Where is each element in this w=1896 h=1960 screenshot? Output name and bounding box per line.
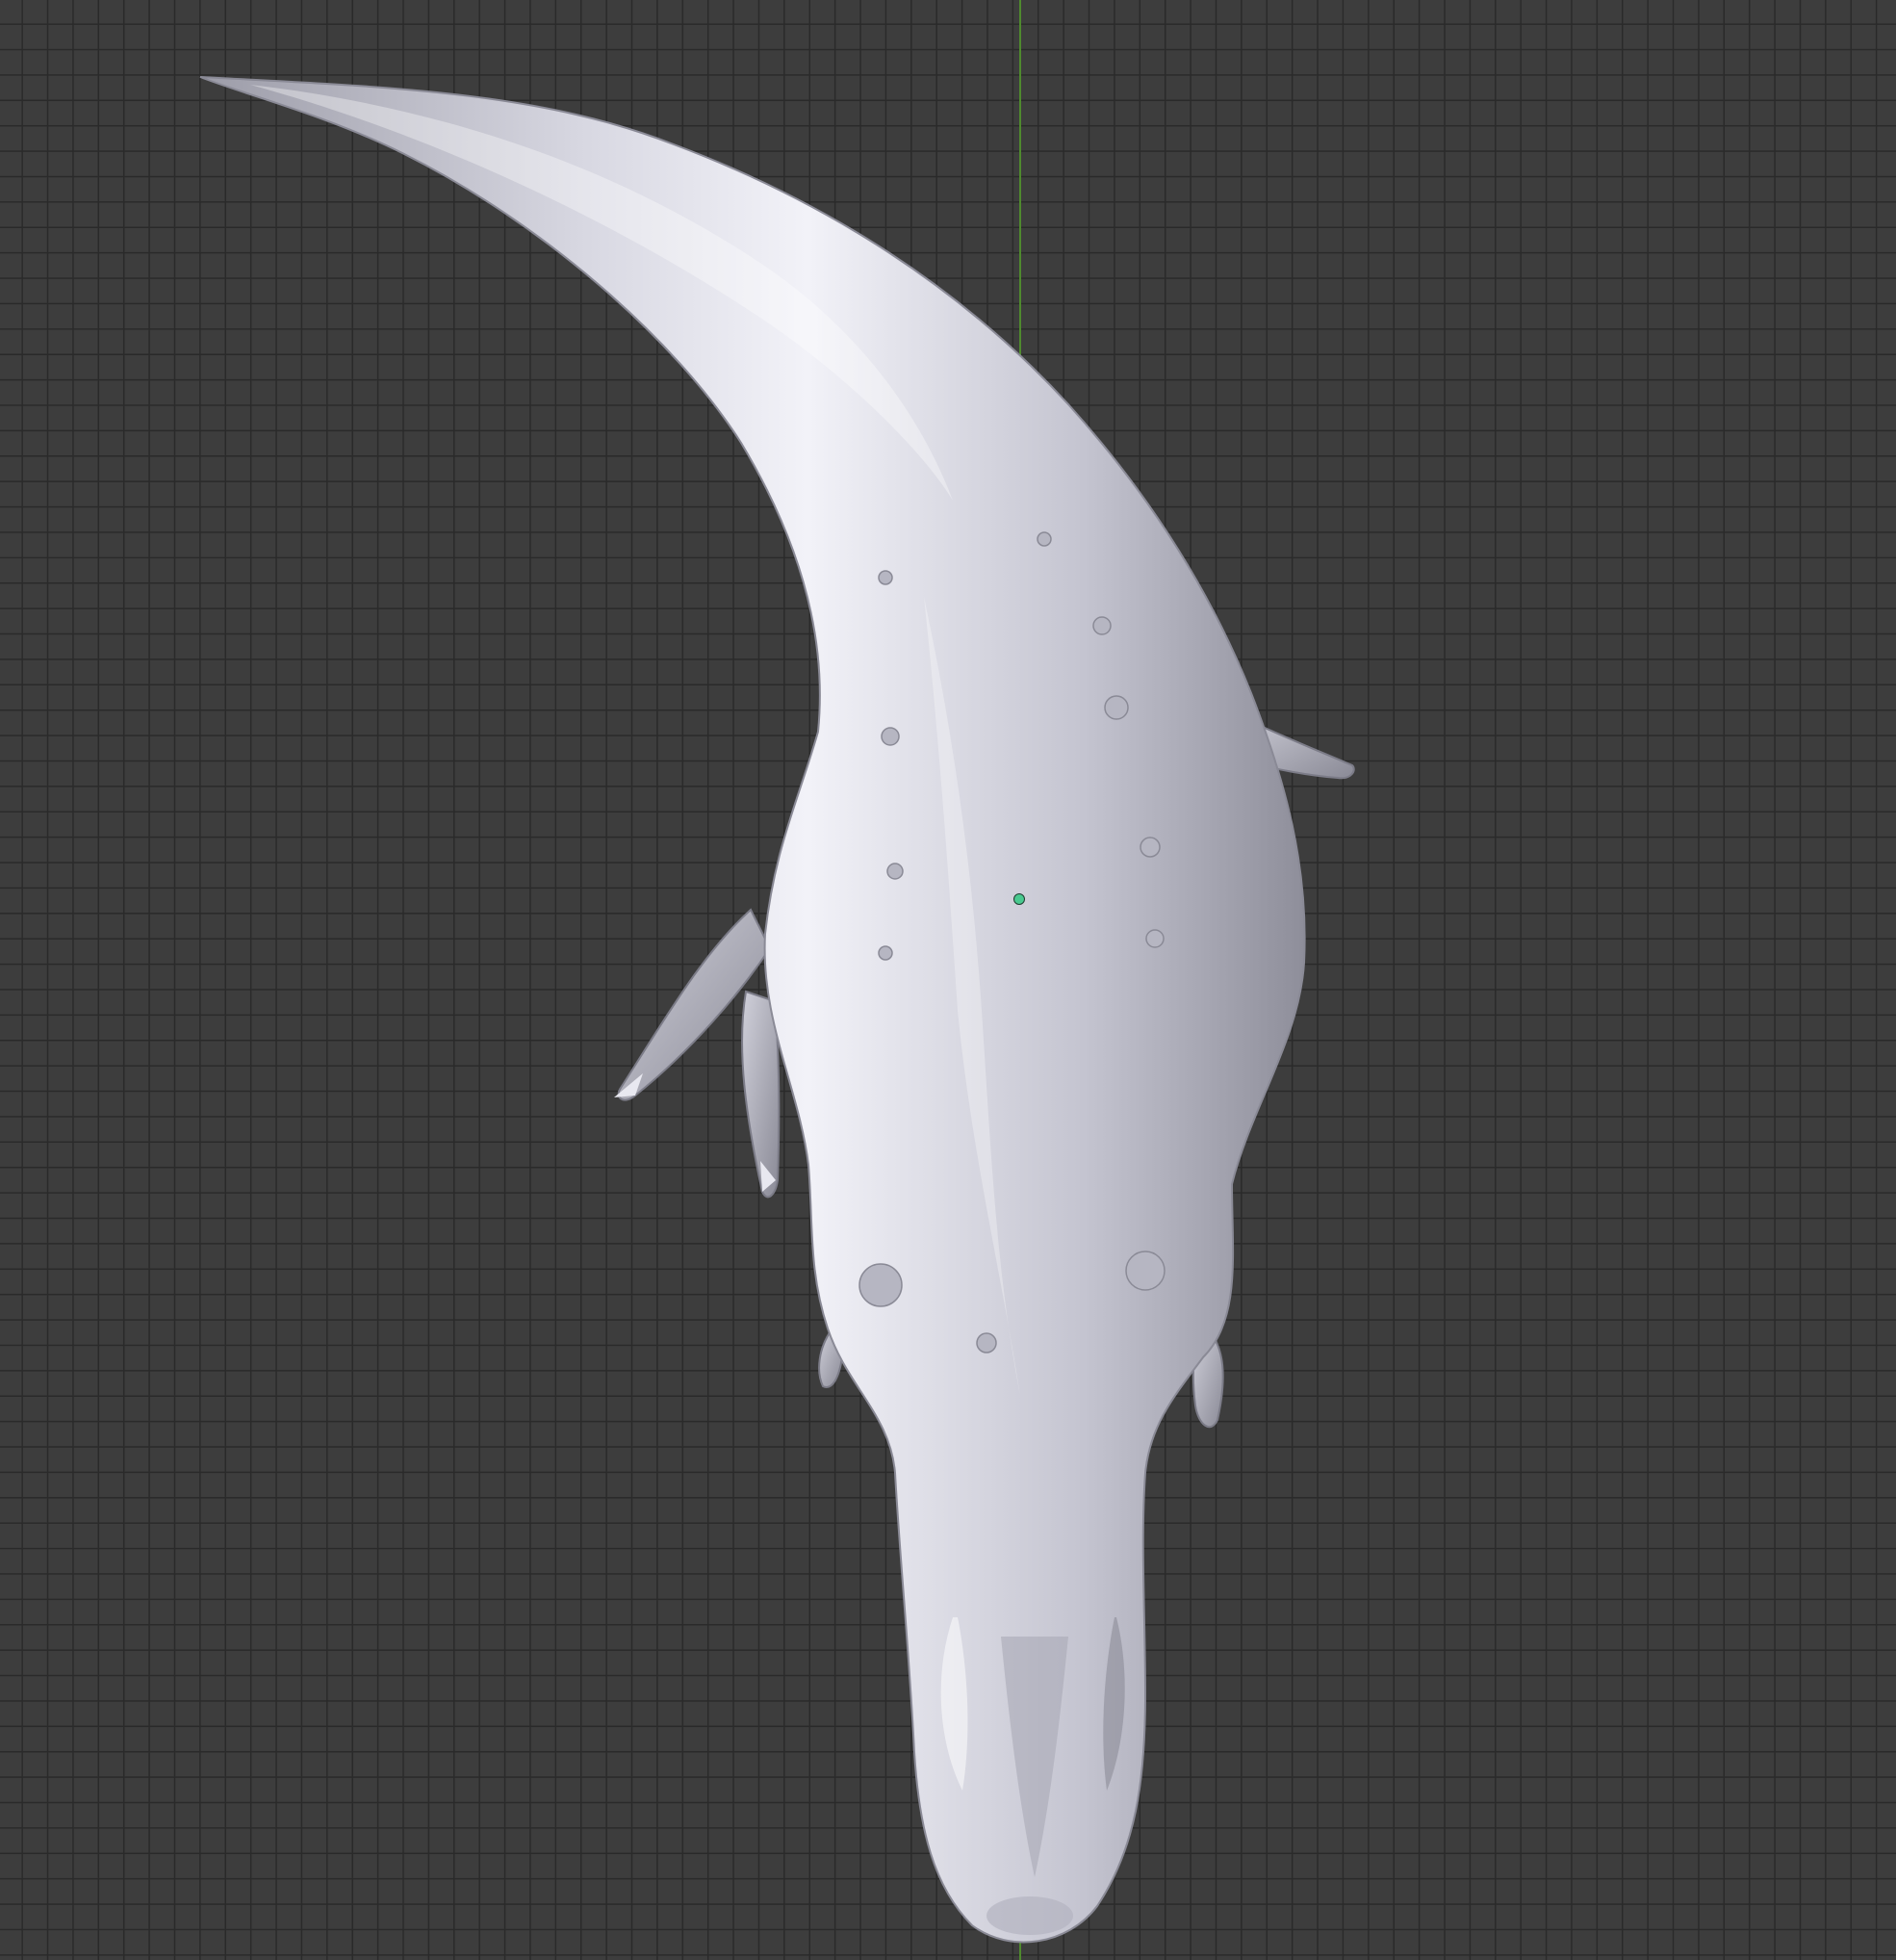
origin-pivot-point[interactable] [1013,893,1025,905]
dinosaur-model[interactable] [0,0,1896,1960]
left-hind-leg [614,908,781,1199]
3d-viewport[interactable] [0,0,1896,1960]
